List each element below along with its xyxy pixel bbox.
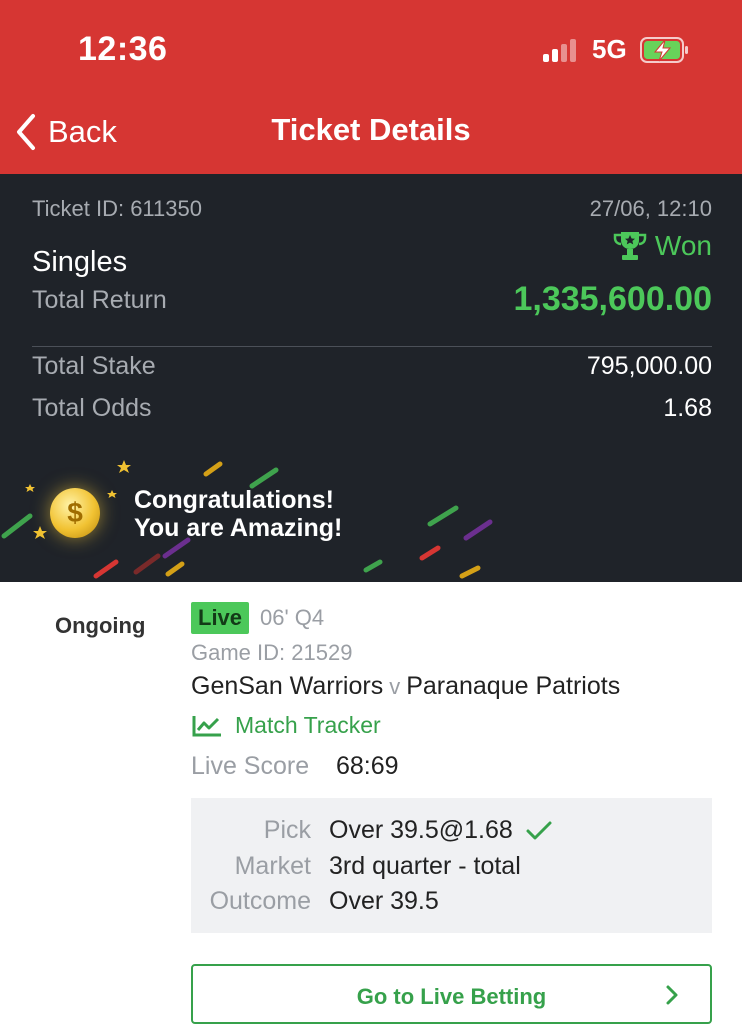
total-stake-value: 795,000.00 bbox=[586, 352, 712, 380]
versus-label: v bbox=[389, 674, 401, 699]
trophy-icon bbox=[613, 232, 647, 260]
match-tracker-label: Match Tracker bbox=[235, 712, 381, 738]
market-label: Market bbox=[234, 852, 311, 880]
outcome-row: Outcome Over 39.5 bbox=[191, 887, 712, 919]
signal-icon bbox=[543, 38, 583, 62]
go-to-live-betting-label: Go to Live Betting bbox=[356, 984, 547, 1009]
ticket-date: 27/06, 12:10 bbox=[589, 196, 712, 221]
market-row: Market 3rd quarter - total bbox=[191, 852, 712, 884]
confetti-decoration bbox=[1, 460, 493, 579]
bet-type: Singles bbox=[32, 246, 128, 278]
market-value: 3rd quarter - total bbox=[329, 852, 521, 880]
home-team: GenSan Warriors bbox=[191, 672, 384, 700]
chevron-right-icon bbox=[666, 985, 678, 1005]
match-period: 06' Q4 bbox=[260, 605, 325, 630]
pick-details: Pick Over 39.5@1.68 Market 3rd quarter -… bbox=[191, 798, 712, 933]
total-return-value: 1,335,600.00 bbox=[513, 280, 712, 318]
pick-value-wrap: Over 39.5@1.68 bbox=[329, 816, 553, 845]
battery-charging-icon bbox=[640, 37, 688, 63]
result-label: Won bbox=[654, 230, 712, 261]
congrats-line-1: Congratulations! bbox=[134, 486, 334, 514]
away-team: Paranaque Patriots bbox=[406, 672, 621, 700]
outcome-label: Outcome bbox=[209, 887, 311, 915]
chart-line-icon bbox=[192, 715, 221, 736]
live-score-label: Live Score bbox=[191, 752, 310, 780]
congrats-banner: Congratulations! You are Amazing! bbox=[134, 486, 342, 542]
header-bar: 12:36 5G Back Ticket Details bbox=[0, 0, 742, 174]
live-score-value: 68:69 bbox=[336, 752, 399, 780]
match-name: GenSan Warriors v Paranaque Patriots bbox=[191, 672, 620, 701]
ticket-id: Ticket ID: 611350 bbox=[32, 196, 202, 221]
live-badge: Live bbox=[191, 602, 250, 634]
bet-status: Ongoing bbox=[55, 613, 146, 638]
result-badge: Won bbox=[613, 230, 712, 262]
total-odds-value: 1.68 bbox=[663, 394, 712, 422]
pick-row: Pick Over 39.5@1.68 bbox=[191, 816, 712, 848]
pick-label: Pick bbox=[263, 816, 311, 844]
total-stake-label: Total Stake bbox=[32, 352, 156, 380]
network-label: 5G bbox=[592, 34, 627, 64]
coin-icon: $ bbox=[50, 488, 100, 538]
congrats-line-2: You are Amazing! bbox=[134, 514, 343, 542]
match-tracker-link[interactable]: Match Tracker bbox=[191, 712, 381, 739]
game-id: Game ID: 21529 bbox=[191, 640, 353, 665]
divider bbox=[32, 346, 712, 347]
outcome-value: Over 39.5 bbox=[329, 887, 439, 915]
check-icon bbox=[526, 821, 552, 839]
total-return-label: Total Return bbox=[32, 286, 167, 314]
status-time: 12:36 bbox=[78, 30, 168, 68]
page-title: Ticket Details bbox=[271, 112, 471, 147]
total-odds-label: Total Odds bbox=[32, 394, 152, 422]
go-to-live-betting-button[interactable]: Go to Live Betting bbox=[191, 964, 712, 1024]
pick-value: Over 39.5@1.68 bbox=[329, 816, 513, 844]
ticket-summary: Ticket ID: 611350 27/06, 12:10 Won Singl… bbox=[0, 174, 742, 582]
